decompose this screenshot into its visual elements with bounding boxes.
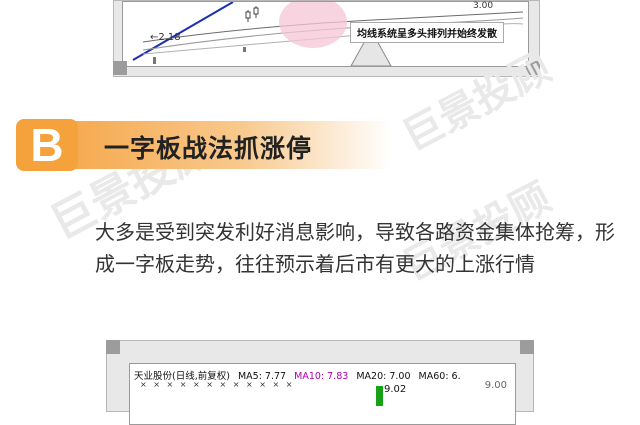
frame-corner-left: [113, 61, 127, 75]
trend-line: [132, 2, 234, 61]
frame-corner-left: [106, 340, 120, 354]
candle-body: [253, 7, 259, 15]
section-header: B 一字板战法抓涨停: [16, 117, 624, 173]
candle-bar: [376, 386, 383, 406]
top-chart-price-label: 3.00: [473, 1, 494, 11]
ma20-value: MA20: 7.00: [356, 371, 411, 382]
ma10-value: MA10: 7.83: [294, 371, 349, 382]
frame-corner-right: [520, 340, 534, 354]
bottom-chart-image: 天业股份(日线,前复权) MA5: 7.77 MA10: 7.83 MA20: …: [106, 340, 534, 425]
volume-bar: [243, 47, 246, 52]
volume-bar: [153, 57, 156, 64]
bottom-chart-canvas: 天业股份(日线,前复权) MA5: 7.77 MA10: 7.83 MA20: …: [129, 363, 516, 425]
candle-body: [245, 11, 251, 19]
top-chart-low-label: ←2.18: [150, 32, 181, 43]
ma60-value: MA60: 6.: [418, 371, 461, 382]
body-paragraph: 大多是受到突发利好消息影响，导致各路资金集体抢筹，形成一字板走势，往往预示着后市…: [95, 220, 615, 276]
axis-price-label: 9.00: [484, 380, 507, 391]
section-title: 一字板战法抓涨停: [104, 134, 313, 163]
top-chart-caption: 均线系统呈多头排列并始终发散: [350, 22, 504, 43]
section-badge: B: [16, 119, 78, 171]
high-price-label: 9.02: [384, 384, 407, 395]
signal-marks: × × × × × × × × × × × ×: [140, 380, 295, 389]
